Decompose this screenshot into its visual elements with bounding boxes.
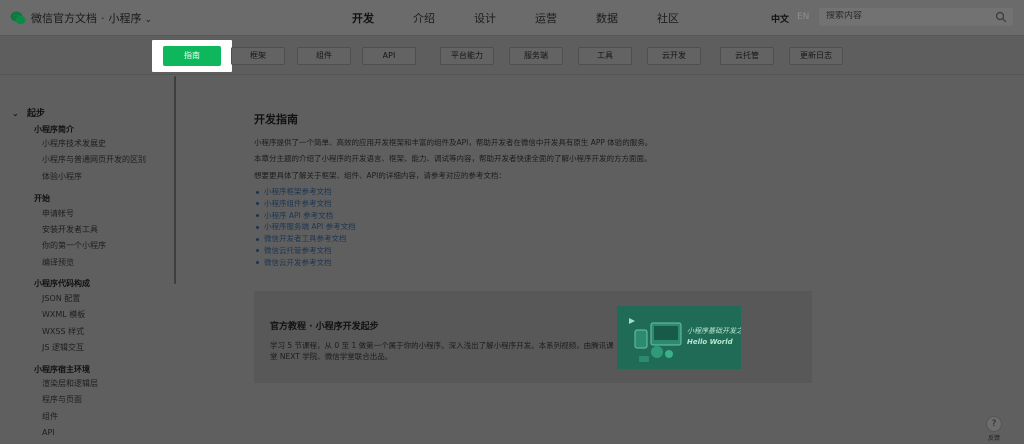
intro-paragraph-1: 小程序提供了一个简单、高效的应用开发框架和丰富的组件及API，帮助开发者在微信中… — [254, 138, 653, 147]
banner-line-2: Hello World — [687, 338, 733, 346]
list-item[interactable]: 微信云开发参考文档 — [256, 257, 356, 269]
main-nav: 开发 介绍 设计 运营 数据 社区 — [352, 10, 718, 26]
tab-platform[interactable]: 平台能力 — [440, 47, 494, 65]
bullet-icon — [256, 214, 259, 218]
link-text[interactable]: 小程序框架参考文档 — [264, 187, 332, 196]
sidebar-item[interactable]: API — [42, 428, 55, 437]
sidebar-group[interactable]: 小程序宿主环境 — [34, 364, 90, 375]
sidebar-root-label: 起步 — [27, 109, 46, 119]
link-text[interactable]: 小程序服务端 API 参考文档 — [264, 222, 356, 231]
tab-components[interactable]: 组件 — [297, 47, 351, 65]
nav-item-community[interactable]: 社区 — [657, 10, 679, 26]
sub-nav: 指南 框架 组件 API 平台能力 服务端 工具 云开发 云托管 更新日志 — [0, 37, 1024, 75]
sidebar-root[interactable]: ⌄ 起步 — [12, 106, 45, 119]
list-item[interactable]: 小程序 API 参考文档 — [256, 210, 356, 222]
search-input[interactable] — [826, 11, 986, 21]
tab-tools[interactable]: 工具 — [578, 47, 632, 65]
link-text[interactable]: 微信云开发参考文档 — [264, 258, 332, 267]
nav-item-data[interactable]: 数据 — [596, 10, 618, 26]
bullet-icon — [256, 249, 259, 253]
intro-paragraph-3: 想要更具体了解关于框架、组件、API的详细内容，请参考对应的参考文档： — [254, 171, 506, 180]
bullet-icon — [256, 202, 259, 206]
sidebar-item[interactable]: JS 逻辑交互 — [42, 342, 84, 353]
reference-links: 小程序框架参考文档 小程序组件参考文档 小程序 API 参考文档 小程序服务端 … — [256, 186, 356, 269]
list-item[interactable]: 小程序服务端 API 参考文档 — [256, 221, 356, 233]
list-item[interactable]: 微信云托管参考文档 — [256, 245, 356, 257]
nav-item-operate[interactable]: 运营 — [535, 10, 557, 26]
top-header: 微信官方文档 · 小程序 ⌄ 开发 介绍 设计 运营 数据 社区 中文 EN — [0, 0, 1024, 36]
tab-api[interactable]: API — [362, 47, 416, 65]
sidebar-item[interactable]: 小程序与普通网页开发的区别 — [42, 154, 146, 165]
sidebar-item[interactable]: 组件 — [42, 411, 58, 422]
link-text[interactable]: 小程序组件参考文档 — [264, 199, 332, 208]
sidebar-scrollbar[interactable] — [174, 76, 176, 284]
feedback-button[interactable]: ? 反馈 — [983, 416, 1005, 442]
question-icon[interactable]: ? — [986, 416, 1002, 432]
list-item[interactable]: 小程序组件参考文档 — [256, 198, 356, 210]
tab-framework[interactable]: 框架 — [231, 47, 285, 65]
link-text[interactable]: 微信云托管参考文档 — [264, 246, 332, 255]
feedback-label: 反馈 — [987, 435, 1000, 442]
chevron-down-icon[interactable]: ⌄ — [12, 109, 20, 118]
tab-guide[interactable]: 指南 — [163, 46, 221, 66]
brand-separator: · — [101, 12, 105, 25]
nav-item-intro[interactable]: 介绍 — [413, 10, 435, 26]
page-title: 开发指南 — [254, 113, 298, 126]
brand-title[interactable]: 微信官方文档 · 小程序 ⌄ — [31, 10, 152, 26]
bullet-icon — [256, 237, 259, 241]
sidebar-item[interactable]: 安装开发者工具 — [42, 224, 98, 235]
chevron-down-icon[interactable]: ⌄ — [145, 15, 153, 25]
card-title[interactable]: 官方教程 · 小程序开发起步 — [270, 319, 379, 332]
brand-name: 微信官方文档 — [31, 12, 97, 25]
link-text[interactable]: 小程序 API 参考文档 — [264, 211, 333, 220]
sidebar-item[interactable]: 编译预览 — [42, 257, 74, 268]
search-box — [818, 7, 1014, 27]
tab-server[interactable]: 服务端 — [509, 47, 563, 65]
bullet-icon — [256, 190, 259, 194]
tab-cloud-hosting[interactable]: 云托管 — [720, 47, 774, 65]
sidebar-item[interactable]: 渲染层和逻辑层 — [42, 378, 98, 389]
sidebar-item[interactable]: 你的第一个小程序 — [42, 240, 106, 251]
card-description: 学习 5 节课程，从 0 至 1 做第一个属于你的小程序。深入浅出了解小程序开发… — [270, 341, 614, 361]
nav-item-design[interactable]: 设计 — [474, 10, 496, 26]
banner-line-1: 小程序基础开发之 — [687, 327, 741, 335]
product-switcher[interactable]: 小程序 — [109, 12, 142, 25]
bullet-icon — [256, 261, 259, 265]
nav-item-develop[interactable]: 开发 — [352, 10, 374, 26]
wechat-logo-icon[interactable] — [10, 10, 26, 26]
sidebar-item[interactable]: 体验小程序 — [42, 171, 82, 182]
intro-paragraph-2: 本章分主题的介绍了小程序的开发语言、框架、能力、调试等内容，帮助开发者快速全面的… — [254, 154, 652, 163]
tab-changelog[interactable]: 更新日志 — [789, 47, 843, 65]
sidebar-item[interactable]: JSON 配置 — [42, 293, 80, 304]
sidebar-item[interactable]: WXSS 样式 — [42, 326, 84, 337]
bullet-icon — [256, 225, 259, 229]
sidebar: ⌄ 起步 小程序简介 小程序技术发展史 小程序与普通网页开发的区别 体验小程序 开… — [0, 76, 176, 444]
tutorial-card[interactable]: 官方教程 · 小程序开发起步 学习 5 节课程，从 0 至 1 做第一个属于你的… — [254, 291, 812, 383]
sidebar-group[interactable]: 小程序代码构成 — [34, 278, 90, 289]
tab-cloud-dev[interactable]: 云开发 — [647, 47, 701, 65]
sidebar-group[interactable]: 开始 — [34, 193, 50, 204]
sidebar-item[interactable]: WXML 模板 — [42, 309, 85, 320]
lang-en[interactable]: EN — [797, 12, 809, 22]
list-item[interactable]: 微信开发者工具参考文档 — [256, 233, 356, 245]
link-text[interactable]: 微信开发者工具参考文档 — [264, 234, 347, 243]
lang-zh[interactable]: 中文 — [771, 12, 789, 25]
search-icon[interactable] — [995, 11, 1007, 23]
tutorial-banner[interactable]: 小程序基础开发之 Hello World — [617, 306, 741, 369]
list-item[interactable]: 小程序框架参考文档 — [256, 186, 356, 198]
sidebar-item[interactable]: 程序与页面 — [42, 394, 82, 405]
sidebar-item[interactable]: 申请帐号 — [42, 208, 74, 219]
sidebar-item[interactable]: 小程序技术发展史 — [42, 138, 106, 149]
sidebar-group[interactable]: 小程序简介 — [34, 124, 74, 135]
